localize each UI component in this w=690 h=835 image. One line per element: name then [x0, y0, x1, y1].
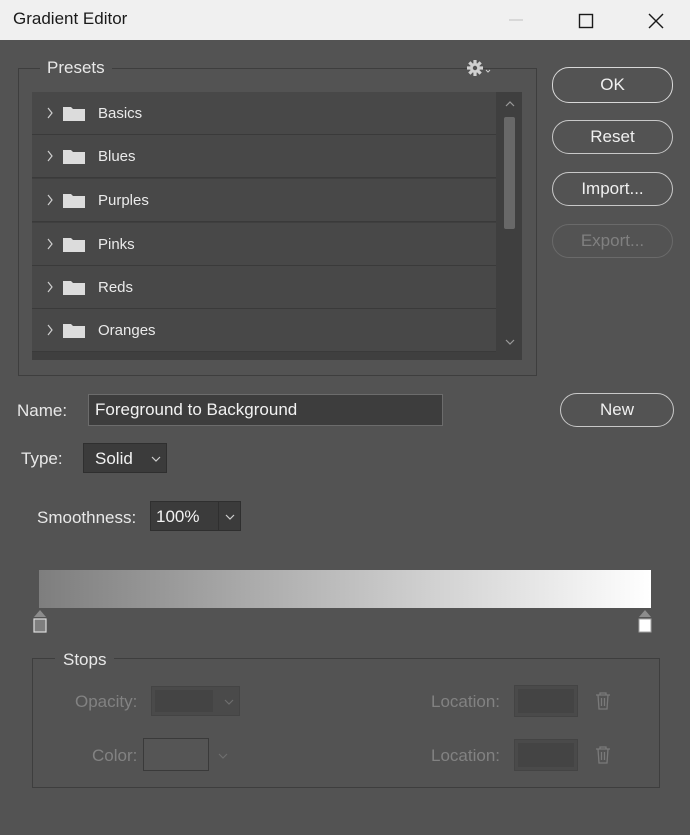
preset-folder-label: Reds [98, 279, 134, 296]
minimize-button[interactable] [480, 0, 550, 40]
chevron-down-icon [224, 699, 234, 705]
presets-scrollbar[interactable] [498, 92, 522, 360]
maximize-button[interactable] [550, 0, 620, 40]
type-label: Type: [21, 449, 63, 468]
chevron-down-icon [225, 514, 235, 520]
color-location-label: Location: [431, 746, 500, 765]
preset-folder-oranges[interactable]: Oranges [32, 309, 496, 352]
maximize-icon [578, 13, 594, 29]
scrollbar-thumb[interactable] [504, 117, 515, 229]
preset-folder-label: Oranges [98, 322, 156, 339]
window-title: Gradient Editor [13, 9, 128, 28]
presets-label: Presets [40, 58, 112, 78]
opacity-location-field [514, 685, 578, 717]
preset-folder-basics[interactable]: Basics [32, 92, 496, 135]
opacity-location-label: Location: [431, 692, 500, 711]
type-select[interactable]: Solid [83, 443, 167, 473]
gear-icon [467, 60, 491, 76]
new-button[interactable]: New [560, 393, 674, 427]
preset-folder-reds[interactable]: Reds [32, 266, 496, 309]
color-stop-left[interactable] [32, 609, 48, 634]
title-bar: Gradient Editor [0, 0, 690, 40]
scroll-up-icon[interactable] [505, 100, 515, 108]
chevron-down-icon [151, 456, 161, 462]
color-stop-right[interactable] [637, 609, 653, 634]
preset-folder-pinks[interactable]: Pinks [32, 223, 496, 266]
preset-folder-label: Pinks [98, 236, 135, 253]
folder-icon [63, 107, 85, 121]
chevron-right-icon[interactable] [46, 323, 54, 337]
folder-icon [63, 238, 85, 252]
name-field[interactable]: Foreground to Background [88, 394, 443, 426]
type-value: Solid [95, 449, 133, 468]
name-label: Name: [17, 401, 68, 420]
preset-folder-label: Blues [98, 148, 136, 165]
chevron-right-icon[interactable] [46, 149, 54, 163]
folder-icon [63, 324, 85, 338]
preset-folder-purples[interactable]: Purples [32, 179, 496, 222]
preset-folder-label: Purples [98, 192, 149, 209]
minimize-icon [509, 19, 523, 21]
color-swatch [143, 738, 209, 771]
reset-button[interactable]: Reset [552, 120, 673, 154]
opacity-select [151, 686, 240, 716]
scroll-down-icon[interactable] [505, 338, 515, 346]
folder-icon [63, 150, 85, 164]
preset-folder-blues[interactable]: Blues [32, 135, 496, 178]
ok-button[interactable]: OK [552, 67, 673, 103]
delete-color-stop-icon [596, 746, 610, 764]
close-icon [648, 13, 664, 29]
chevron-down-icon [218, 753, 228, 759]
presets-settings-button[interactable] [466, 59, 492, 82]
opacity-value-box [155, 690, 213, 712]
color-location-field [514, 739, 578, 771]
smoothness-value: 100% [156, 507, 200, 526]
gradient-preview-bar[interactable] [39, 570, 651, 608]
chevron-right-icon[interactable] [46, 280, 54, 294]
preset-folder-label: Basics [98, 105, 143, 122]
smoothness-select[interactable]: 100% [150, 501, 241, 531]
select-divider [218, 502, 219, 530]
color-label: Color: [92, 746, 138, 765]
chevron-right-icon[interactable] [46, 237, 54, 251]
stops-label: Stops [55, 650, 115, 670]
close-button[interactable] [620, 0, 690, 40]
import-button[interactable]: Import... [552, 172, 673, 206]
chevron-right-icon[interactable] [46, 193, 54, 207]
delete-opacity-stop-icon [596, 692, 610, 710]
export-button: Export... [552, 224, 673, 258]
smoothness-label: Smoothness: [37, 508, 137, 527]
opacity-label: Opacity: [75, 692, 138, 711]
chevron-right-icon[interactable] [46, 106, 54, 120]
folder-icon [63, 194, 85, 208]
folder-icon [63, 281, 85, 295]
presets-list[interactable]: Basics Blues Purples Pinks Reds Oranges [32, 92, 522, 360]
